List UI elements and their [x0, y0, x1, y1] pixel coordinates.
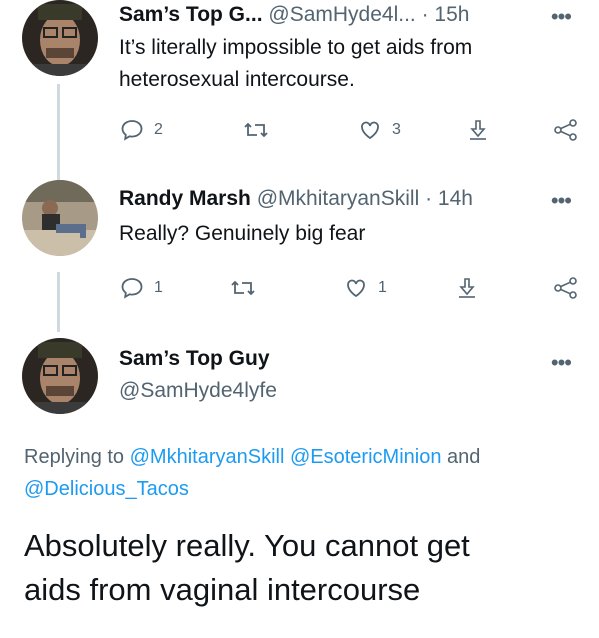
- focused-tweet-text: Absolutely really. You cannot get aids f…: [24, 524, 584, 612]
- avatar[interactable]: [22, 0, 98, 76]
- mention-link[interactable]: @EsotericMinion: [290, 446, 441, 468]
- more-options-icon[interactable]: •••: [551, 6, 572, 28]
- retweet-button[interactable]: [243, 118, 269, 142]
- tweet-header: Sam’s Top G... @SamHyde4l... · 15h: [119, 2, 469, 28]
- heart-icon: [347, 279, 365, 298]
- avatar[interactable]: [22, 180, 98, 256]
- retweet-icon: [231, 280, 255, 296]
- like-count: 3: [392, 121, 401, 138]
- user-handle[interactable]: @MkhitaryanSkill: [257, 187, 420, 210]
- more-options-icon[interactable]: •••: [551, 190, 572, 212]
- avatar-image: [22, 180, 98, 256]
- mention-link[interactable]: @Delicious_Tacos: [24, 478, 189, 500]
- reply-count: 1: [154, 279, 163, 296]
- like-button[interactable]: 1: [344, 276, 387, 300]
- tweet[interactable]: Sam’s Top G... @SamHyde4l... · 15h ••• I…: [0, 0, 599, 160]
- like-count: 1: [378, 279, 387, 296]
- user-handle[interactable]: @SamHyde4l...: [268, 3, 415, 26]
- share-button[interactable]: [553, 118, 579, 142]
- tweet-actions: 2 3: [0, 116, 599, 144]
- like-button[interactable]: 3: [358, 118, 401, 142]
- avatar[interactable]: [22, 338, 98, 414]
- display-name[interactable]: Sam’s Top Guy: [119, 346, 277, 372]
- retweet-button[interactable]: [230, 276, 256, 300]
- reply-button[interactable]: 2: [120, 118, 163, 142]
- user-handle[interactable]: @SamHyde4lyfe: [119, 378, 277, 404]
- avatar-image: [22, 338, 98, 414]
- display-name[interactable]: Randy Marsh: [119, 187, 251, 210]
- replying-to-and: and: [447, 446, 481, 468]
- replying-to: Replying to @MkhitaryanSkill @EsotericMi…: [24, 441, 574, 505]
- display-name[interactable]: Sam’s Top G...: [119, 3, 263, 26]
- tweet[interactable]: Randy Marsh @MkhitaryanSkill · 14h ••• R…: [0, 180, 599, 330]
- heart-icon: [361, 121, 379, 140]
- reply-icon: [121, 278, 143, 299]
- tweet-text-line: aids from vaginal intercourse: [24, 572, 421, 607]
- tweet-text-line: heterosexual intercourse.: [119, 68, 355, 91]
- tweet-text-line: Absolutely really. You cannot get: [24, 528, 470, 563]
- timestamp[interactable]: · 15h: [422, 3, 470, 26]
- reply-icon: [121, 120, 143, 141]
- share-icon: [470, 120, 486, 140]
- download-button[interactable]: [455, 276, 479, 300]
- download-button[interactable]: [466, 118, 490, 142]
- tweet-header: Randy Marsh @MkhitaryanSkill · 14h: [119, 186, 473, 212]
- replying-to-label: Replying to: [24, 446, 125, 468]
- tweet-text-line: Really? Genuinely big fear: [119, 222, 366, 245]
- tweet-text: It’s literally impossible to get aids fr…: [119, 32, 559, 96]
- reply-count: 2: [154, 121, 163, 138]
- nodes-icon: [554, 119, 577, 141]
- reply-button[interactable]: 1: [120, 276, 163, 300]
- mention-link[interactable]: @MkhitaryanSkill: [130, 446, 285, 468]
- nodes-icon: [554, 277, 577, 299]
- more-options-icon[interactable]: •••: [551, 352, 572, 374]
- tweet-actions: 1 1: [0, 274, 599, 302]
- focused-header: Sam’s Top Guy @SamHyde4lyfe: [119, 346, 277, 404]
- avatar-image: [22, 0, 98, 76]
- timestamp[interactable]: · 14h: [425, 187, 473, 210]
- share-button[interactable]: [553, 276, 579, 300]
- tweet-text-line: It’s literally impossible to get aids fr…: [119, 36, 473, 59]
- retweet-icon: [244, 122, 268, 138]
- share-icon: [459, 278, 475, 298]
- tweet-text: Really? Genuinely big fear: [119, 218, 559, 250]
